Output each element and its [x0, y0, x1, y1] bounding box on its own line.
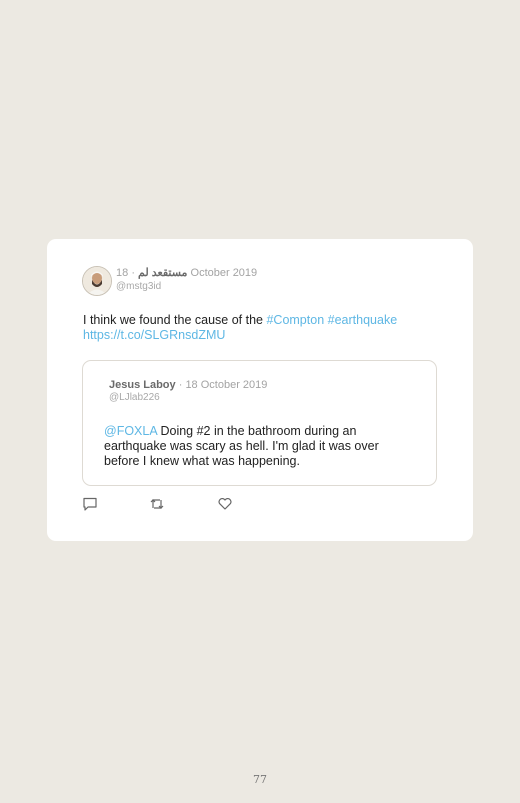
author-handle[interactable]: @mstg3id: [116, 281, 161, 292]
avatar[interactable]: [82, 266, 112, 296]
quoted-author-name[interactable]: Jesus Laboy: [109, 379, 176, 391]
separator: ·: [131, 267, 135, 279]
retweet-icon[interactable]: [149, 496, 165, 512]
reply-icon[interactable]: [82, 496, 98, 512]
tweet-card: مستقعد لم · 18 October 2019 @mstg3id I t…: [47, 239, 473, 541]
quoted-author-handle[interactable]: @LJlab226: [109, 392, 160, 403]
tweet-text: I think we found the cause of the #Compt…: [83, 313, 443, 343]
hashtag-link[interactable]: #earthquake: [328, 313, 398, 327]
like-icon[interactable]: [217, 496, 233, 512]
quoted-text: @FOXLA Doing #2 in the bathroom during a…: [104, 424, 414, 469]
separator: ·: [178, 379, 183, 391]
tweet-text-plain: I think we found the cause of the: [83, 313, 267, 327]
tweet-header: مستقعد لم · 18 October 2019: [116, 267, 257, 280]
page-number: 77: [253, 773, 267, 786]
author-name[interactable]: مستقعد لم: [138, 267, 187, 279]
url-link[interactable]: https://t.co/SLGRnsdZMU: [83, 328, 225, 342]
mention-link[interactable]: @FOXLA: [104, 424, 157, 438]
quoted-header: Jesus Laboy · 18 October 2019: [109, 379, 267, 392]
hashtag-link[interactable]: #Compton: [266, 313, 324, 327]
quoted-tweet[interactable]: Jesus Laboy · 18 October 2019 @LJlab226 …: [82, 360, 437, 486]
quoted-date: 18 October 2019: [185, 379, 268, 391]
